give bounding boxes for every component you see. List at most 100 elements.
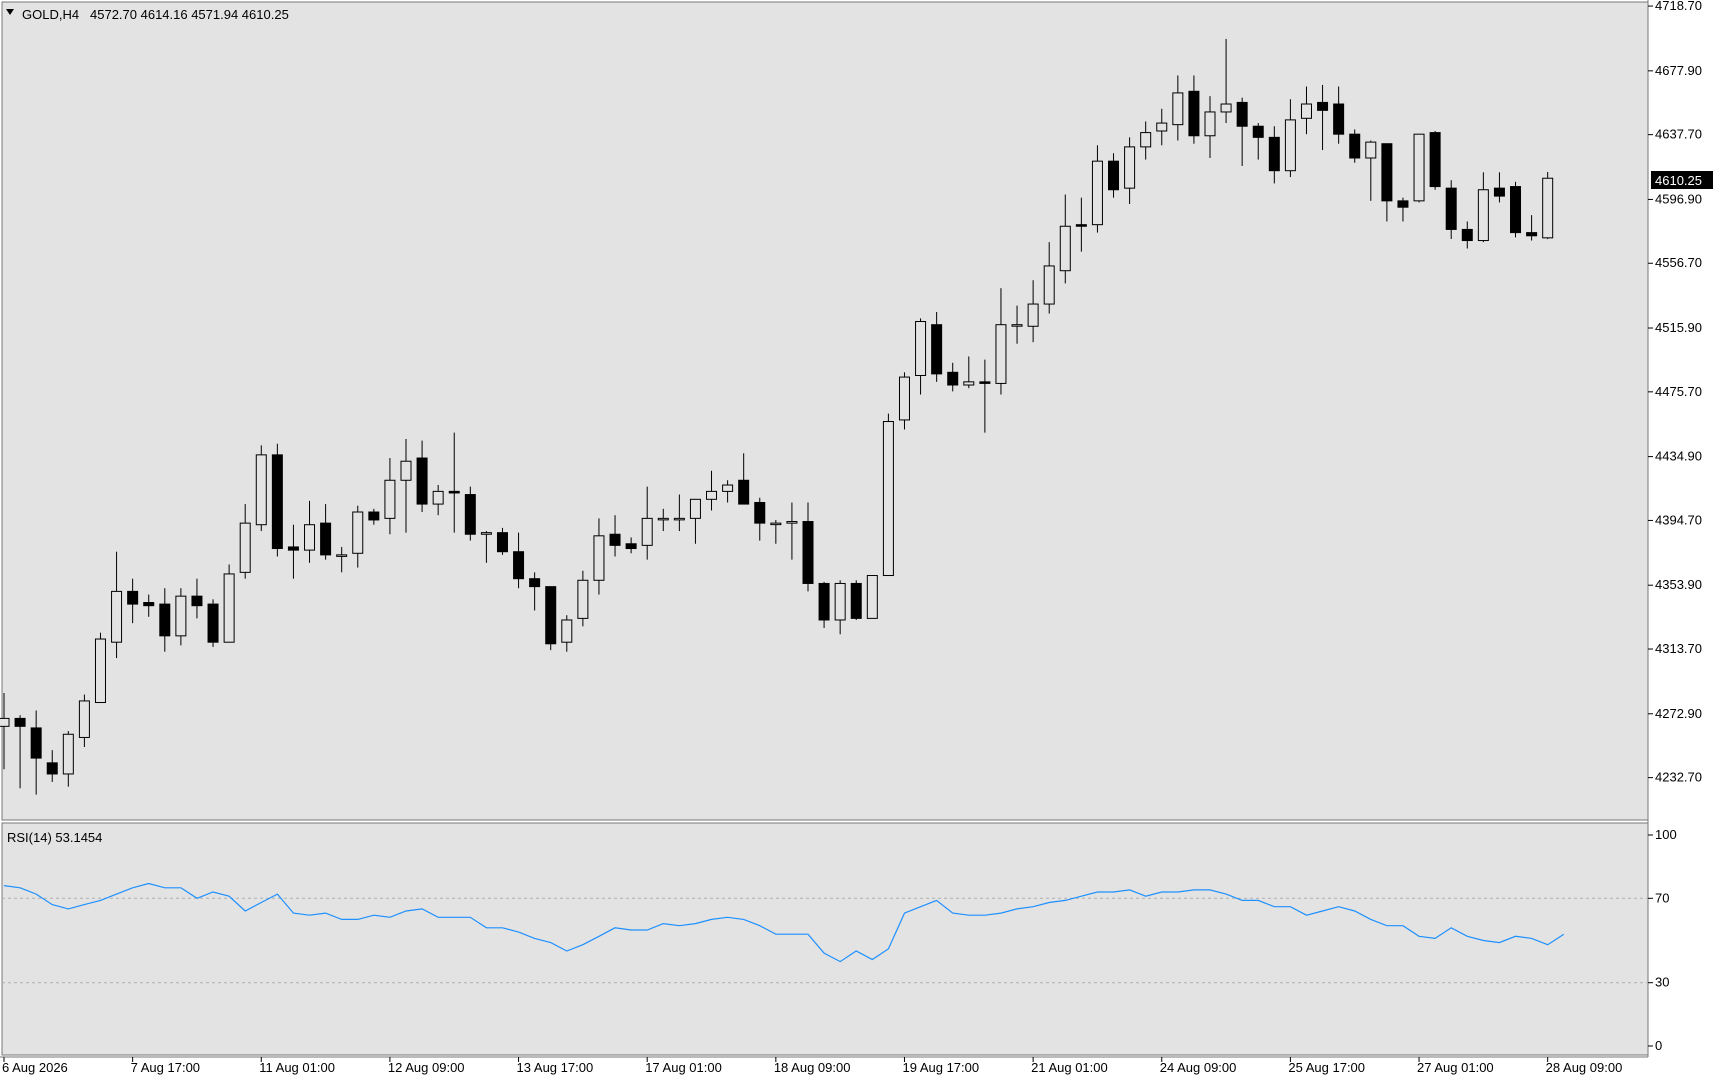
time-axis-label: 19 Aug 17:00	[902, 1060, 979, 1075]
price-axis-label: 4232.70	[1655, 770, 1702, 785]
rsi-axis-label: 70	[1655, 890, 1669, 905]
candle-body-bull	[255, 454, 267, 526]
candle	[94, 632, 106, 704]
candle-body-bear	[464, 494, 476, 535]
candle-body-bear	[1236, 101, 1248, 127]
candle-body-bear	[1397, 200, 1409, 208]
candle	[1429, 131, 1441, 190]
price-axis-label: 4596.90	[1655, 191, 1702, 206]
candle-body-bull	[304, 524, 316, 551]
candle-body-bear	[416, 457, 428, 505]
candle-body-bear	[191, 595, 203, 607]
rsi-axis-label: 100	[1655, 827, 1677, 842]
candle-body-bear	[1349, 133, 1361, 159]
price-axis-label: 4353.90	[1655, 577, 1702, 592]
current-price-tag: 4610.25	[1651, 171, 1713, 189]
candle-body-bull	[722, 484, 734, 492]
candle-body-bear	[754, 501, 766, 524]
candle-body-bear	[545, 586, 557, 645]
candle-body-bull	[94, 638, 106, 704]
candle-body-bull	[1011, 324, 1023, 327]
candle	[223, 564, 235, 643]
candle-body-bear	[46, 762, 58, 775]
candle-body-bull	[223, 573, 235, 643]
chart-canvas[interactable]: 4718.70 4677.90 4637.70 4596.90 4556.70 4515.…	[0, 0, 1720, 1080]
candle-body-bear	[1461, 228, 1473, 242]
candle-body-bear	[1252, 125, 1264, 138]
price-axis-label: 4637.70	[1655, 127, 1702, 142]
ohlc-values: 4572.70 4614.16 4571.94 4610.25	[90, 7, 289, 22]
candle-body-bear	[14, 717, 26, 727]
candle-body-bull	[641, 517, 653, 546]
candle-body-bear	[1333, 103, 1345, 135]
candle-body-bull	[882, 421, 894, 577]
price-axis-label: 4556.70	[1655, 255, 1702, 270]
candle-body-bull	[1413, 133, 1425, 202]
price-axis-label: 4394.70	[1655, 512, 1702, 527]
candle-body-bull	[866, 575, 878, 619]
time-axis-label: 11 Aug 01:00	[259, 1060, 335, 1075]
candle	[850, 580, 862, 620]
candle-body-bear	[818, 582, 830, 621]
rsi-axis-label: 0	[1655, 1038, 1662, 1053]
candle-body-bull	[111, 590, 123, 643]
candle-body-bear	[207, 603, 219, 643]
time-axis-label: 17 Aug 01:00	[645, 1060, 722, 1075]
rsi-panel[interactable]	[1, 822, 1649, 1056]
rsi-axis-label: 30	[1655, 975, 1669, 990]
candle-body-bear	[1075, 224, 1087, 227]
candle-body-bull	[1172, 92, 1184, 126]
candle-body-bull	[915, 321, 927, 376]
candle-body-bull	[336, 554, 348, 557]
candle-body-bear	[1510, 186, 1522, 234]
candle-body-bear	[448, 490, 460, 494]
price-axis-label: 4272.90	[1655, 706, 1702, 721]
candle-body-bear	[30, 727, 42, 759]
candle-body-bull	[898, 376, 910, 421]
candle-body-bear	[1526, 232, 1538, 237]
candle	[1542, 172, 1554, 240]
candle-body-bear	[143, 602, 155, 607]
candle-body-bull	[834, 582, 846, 621]
candle-body-bear	[1317, 101, 1329, 111]
time-axis-label: 12 Aug 09:00	[388, 1060, 465, 1075]
candle-body-bull	[352, 511, 364, 554]
candle-body-bull	[0, 717, 10, 727]
candle-body-bull	[1124, 146, 1136, 189]
candle-body-bull	[593, 535, 605, 581]
candle	[866, 575, 878, 619]
symbol-header: GOLD,H4 4572.70 4614.16 4571.94 4610.25	[6, 7, 289, 22]
candle-body-bull	[384, 479, 396, 519]
candle-body-bear	[1429, 132, 1441, 188]
price-axis-label: 4313.70	[1655, 641, 1702, 656]
time-axis-label: 27 Aug 01:00	[1417, 1060, 1494, 1075]
candle-body-bear	[625, 543, 637, 550]
price-panel[interactable]	[1, 1, 1649, 821]
candle-body-bear	[320, 522, 332, 556]
time-axis-label: 6 Aug 2026	[2, 1060, 68, 1075]
candle-body-bear	[368, 511, 380, 521]
candle	[882, 413, 894, 577]
candle-body-bull	[963, 381, 975, 386]
time-axis-label: 25 Aug 17:00	[1288, 1060, 1365, 1075]
candle-body-bull	[770, 522, 782, 526]
candle-body-bull	[400, 460, 412, 481]
time-axis-label: 13 Aug 17:00	[517, 1060, 594, 1075]
candle-body-bear	[802, 521, 814, 584]
candle-body-bull	[1542, 177, 1554, 239]
candle-body-bear	[1445, 187, 1457, 230]
candle-body-bear	[931, 324, 943, 375]
candle-body-bull	[1284, 119, 1296, 172]
time-axis-label: 18 Aug 09:00	[774, 1060, 851, 1075]
candle-body-bear	[738, 479, 750, 505]
candle	[271, 443, 283, 557]
current-price-label: 4610.25	[1655, 173, 1702, 188]
candle-body-bull	[175, 595, 187, 637]
candle-body-bull	[1091, 160, 1103, 226]
candle	[1349, 129, 1361, 163]
candle-body-bear	[1493, 187, 1505, 197]
candle-body-bull	[1043, 265, 1055, 305]
candle-body-bull	[1477, 189, 1489, 242]
candle-body-bull	[657, 517, 669, 521]
candle	[255, 445, 267, 532]
